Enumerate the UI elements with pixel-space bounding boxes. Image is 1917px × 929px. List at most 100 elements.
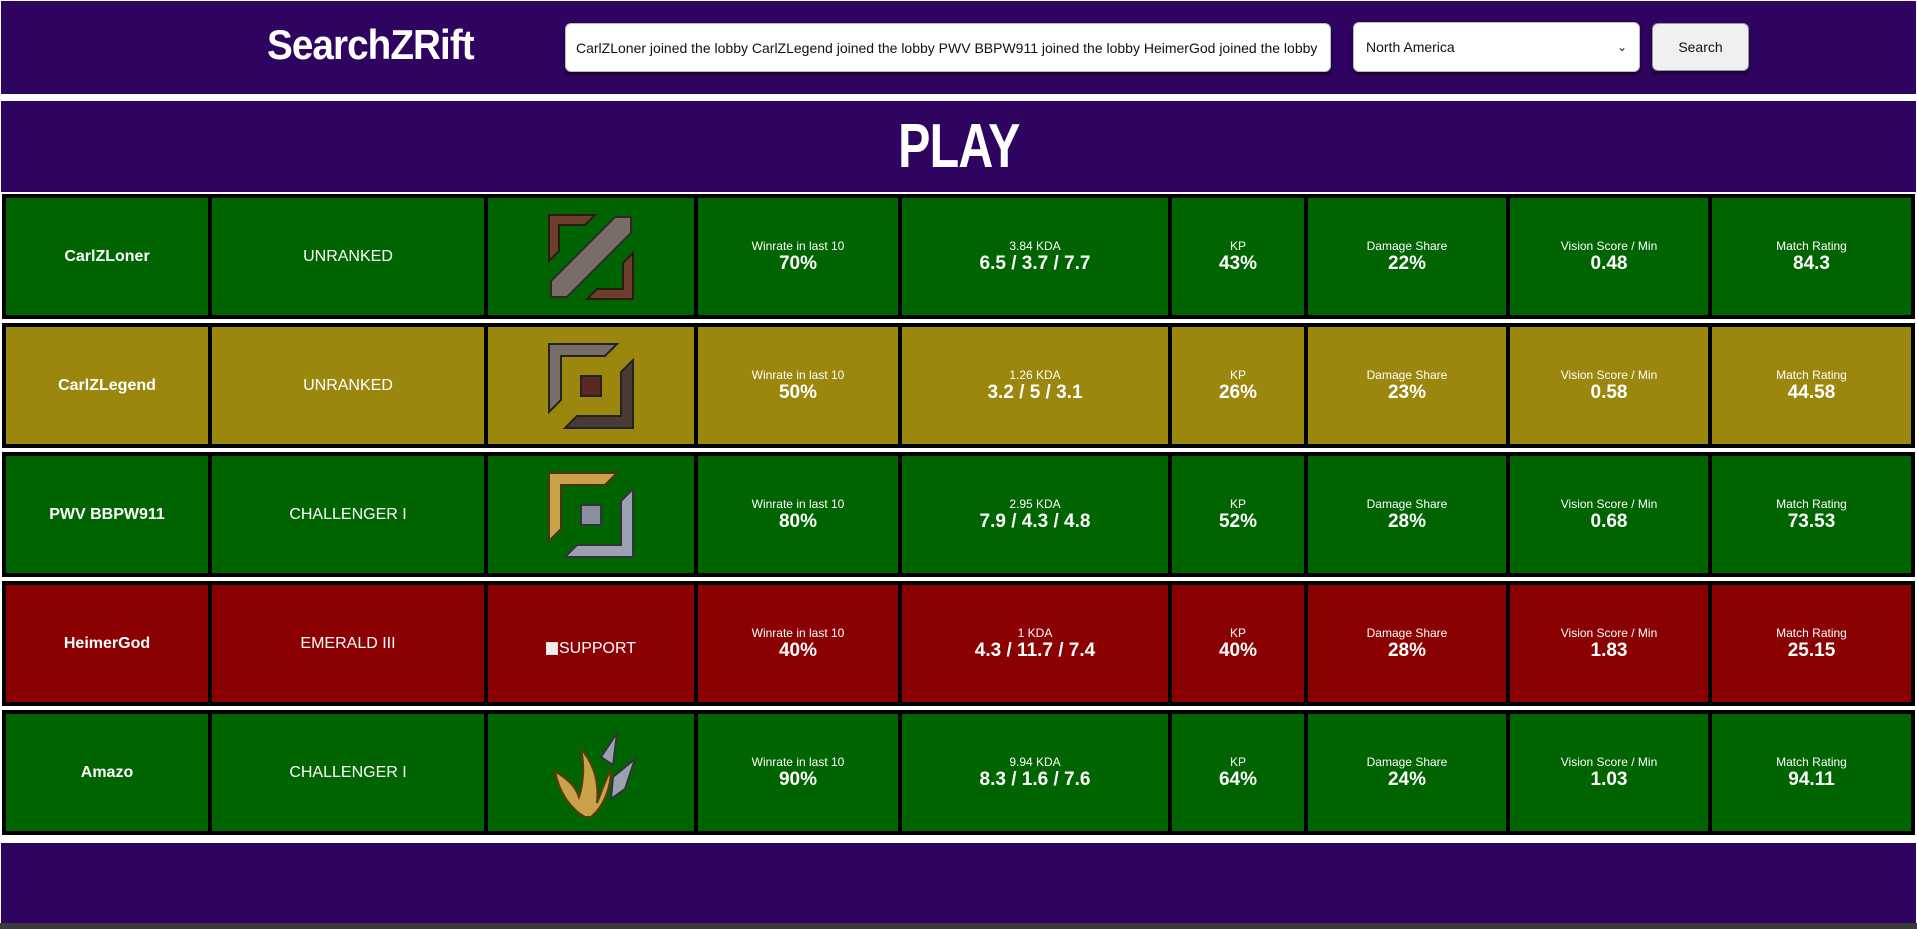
app-logo[interactable]: SearchZRift (267, 21, 475, 69)
cell-vision: Vision Score / Min 1.83 (1510, 585, 1708, 702)
kda-value: 6.5 / 3.7 / 7.7 (979, 252, 1091, 274)
kp-label: KP (1229, 625, 1246, 640)
vision-value: 0.58 (1590, 381, 1628, 403)
kda-value: 4.3 / 11.7 / 7.4 (974, 639, 1096, 661)
cell-rank: EMERALD III (212, 585, 484, 702)
cell-rating: Match Rating 25.15 (1712, 585, 1911, 702)
cell-rating: Match Rating 84.3 (1712, 198, 1911, 315)
cell-role (488, 456, 694, 573)
kda-value: 7.9 / 4.3 / 4.8 (979, 510, 1091, 532)
vision-value: 1.03 (1590, 768, 1628, 790)
cell-role (488, 714, 694, 831)
rating-value: 25.15 (1787, 639, 1836, 661)
vision-value: 1.83 (1590, 639, 1628, 661)
cell-damage: Damage Share 22% (1308, 198, 1506, 315)
bottom-role-icon (548, 471, 634, 558)
kda-ratio: 9.94 KDA (1009, 754, 1061, 769)
cell-winrate: Winrate in last 10 50% (698, 327, 898, 444)
middle-role-icon (553, 731, 637, 818)
cell-kp: KP 43% (1172, 198, 1304, 315)
winrate-label: Winrate in last 10 (751, 238, 845, 253)
cell-winrate: Winrate in last 10 90% (698, 714, 898, 831)
top-role-icon (548, 342, 634, 429)
rating-label: Match Rating (1776, 496, 1847, 511)
vision-label: Vision Score / Min (1560, 367, 1658, 382)
winrate-label: Winrate in last 10 (751, 496, 845, 511)
player-rank: UNRANKED (303, 376, 393, 394)
chevron-down-icon: ⌄ (1616, 40, 1627, 54)
kp-value: 52% (1218, 510, 1258, 532)
player-name[interactable]: PWV BBPW911 (49, 506, 165, 524)
damage-value: 24% (1387, 768, 1427, 790)
cell-rating: Match Rating 73.53 (1712, 456, 1911, 573)
vision-label: Vision Score / Min (1560, 625, 1658, 640)
player-name[interactable]: HeimerGod (64, 635, 150, 653)
kp-label: KP (1229, 238, 1246, 253)
kp-value: 43% (1218, 252, 1258, 274)
kda-ratio: 3.84 KDA (1009, 238, 1061, 253)
play-banner: PLAY (1, 101, 1916, 192)
player-row: CarlZLegend UNRANKED Winrate in last 10 50… (2, 323, 1915, 448)
vision-label: Vision Score / Min (1560, 238, 1658, 253)
footer-band (1, 843, 1916, 923)
cell-rating: Match Rating 44.58 (1712, 327, 1911, 444)
player-row: Amazo CHALLENGER I Winrate in last 10 90% 9… (2, 710, 1915, 835)
cell-kda: 1.26 KDA 3.2 / 5 / 3.1 (902, 327, 1168, 444)
cell-name: PWV BBPW911 (6, 456, 208, 573)
cell-role (488, 198, 694, 315)
cell-damage: Damage Share 28% (1308, 585, 1506, 702)
cell-kda: 9.94 KDA 8.3 / 1.6 / 7.6 (902, 714, 1168, 831)
player-rank: CHALLENGER I (289, 763, 407, 781)
rating-label: Match Rating (1776, 625, 1847, 640)
cell-damage: Damage Share 23% (1308, 327, 1506, 444)
rating-value: 44.58 (1787, 381, 1836, 403)
cell-rank: CHALLENGER I (212, 456, 484, 573)
kp-value: 40% (1218, 639, 1258, 661)
damage-value: 22% (1387, 252, 1427, 274)
vision-value: 0.48 (1590, 252, 1628, 274)
window-bottom-strip (0, 923, 1917, 929)
cell-winrate: Winrate in last 10 80% (698, 456, 898, 573)
cell-rank: CHALLENGER I (212, 714, 484, 831)
rating-label: Match Rating (1776, 238, 1847, 253)
kp-label: KP (1229, 367, 1246, 382)
lobby-search-input[interactable] (565, 23, 1331, 72)
cell-winrate: Winrate in last 10 70% (698, 198, 898, 315)
player-name[interactable]: CarlZLoner (64, 248, 149, 266)
jungle-role-icon (548, 213, 634, 300)
cell-name: CarlZLegend (6, 327, 208, 444)
damage-value: 28% (1387, 639, 1427, 661)
cell-vision: Vision Score / Min 0.58 (1510, 327, 1708, 444)
cell-role (488, 327, 694, 444)
player-name[interactable]: Amazo (81, 764, 133, 782)
cell-name: CarlZLoner (6, 198, 208, 315)
rating-value: 73.53 (1787, 510, 1836, 532)
player-row: PWV BBPW911 CHALLENGER I Winrate in last … (2, 452, 1915, 577)
player-name[interactable]: CarlZLegend (58, 377, 156, 395)
rating-value: 94.11 (1788, 768, 1835, 790)
cell-vision: Vision Score / Min 0.68 (1510, 456, 1708, 573)
damage-value: 23% (1387, 381, 1427, 403)
vision-label: Vision Score / Min (1560, 496, 1658, 511)
kda-ratio: 1 KDA (1017, 625, 1053, 640)
search-button[interactable]: Search (1652, 23, 1749, 71)
cell-kp: KP 40% (1172, 585, 1304, 702)
winrate-label: Winrate in last 10 (751, 367, 845, 382)
rating-label: Match Rating (1776, 754, 1847, 769)
kp-value: 26% (1218, 381, 1258, 403)
damage-label: Damage Share (1366, 367, 1448, 382)
cell-kda: 1 KDA 4.3 / 11.7 / 7.4 (902, 585, 1168, 702)
kda-ratio: 1.26 KDA (1009, 367, 1061, 382)
kp-value: 64% (1218, 768, 1258, 790)
vision-value: 0.68 (1590, 510, 1628, 532)
damage-label: Damage Share (1366, 754, 1448, 769)
winrate-value: 50% (778, 381, 818, 403)
cell-kda: 2.95 KDA 7.9 / 4.3 / 4.8 (902, 456, 1168, 573)
region-select[interactable]: North America ⌄ (1353, 22, 1640, 72)
player-row: HeimerGod EMERALD III SUPPORT Winrate in la… (2, 581, 1915, 706)
cell-kp: KP 52% (1172, 456, 1304, 573)
cell-damage: Damage Share 24% (1308, 714, 1506, 831)
cell-kp: KP 64% (1172, 714, 1304, 831)
region-selected-label: North America (1366, 39, 1455, 55)
damage-value: 28% (1387, 510, 1427, 532)
